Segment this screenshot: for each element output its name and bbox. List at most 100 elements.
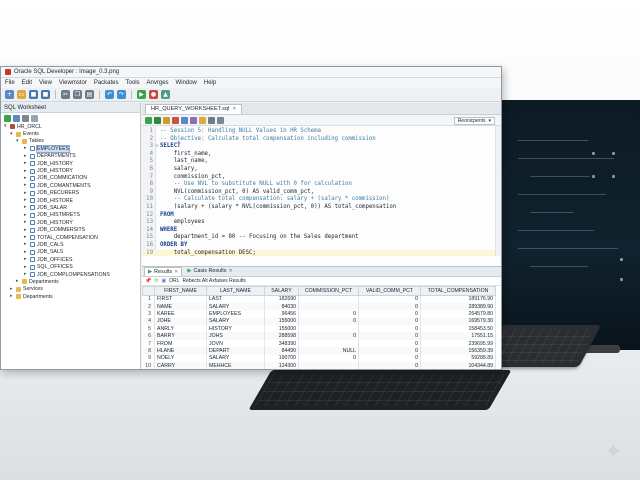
schema-icon[interactable] [31, 114, 38, 122]
undo-icon[interactable]: ↶ [105, 90, 114, 99]
menu-anvrges[interactable]: Anvrges [147, 80, 169, 86]
tree-table-item[interactable]: ▸ JOB_HISTORY [4, 167, 140, 174]
rollback-icon[interactable] [172, 116, 179, 124]
close-tab-icon[interactable]: ✕ [174, 268, 178, 277]
run-icon[interactable]: ▶ [137, 90, 146, 99]
menu-help[interactable]: Help [204, 80, 216, 86]
menu-edit[interactable]: Edit [22, 80, 32, 86]
pin-icon[interactable]: 📌 [145, 278, 151, 284]
tree-table-item[interactable]: ▸ JOB_HISTORY [4, 160, 140, 167]
tree-table-item[interactable]: ▸ EMPLOYEES [4, 144, 140, 153]
sql-label[interactable]: ORL [169, 278, 179, 284]
tree-table-item[interactable]: ▸ JOB_COMMICATION [4, 175, 140, 182]
column-header[interactable] [142, 286, 155, 296]
tree-departments[interactable]: ▸ Departments [4, 278, 140, 285]
table-row[interactable]: 7 FROM JOVN 348390 0 239695.99 [142, 339, 496, 348]
new-file-icon[interactable]: + [5, 90, 14, 99]
refresh-icon[interactable] [13, 114, 20, 122]
code-line[interactable]: 9 NVL(commission_pct, 0) AS valid_comm_p… [142, 189, 501, 197]
column-header[interactable]: TOTAL_COMPENSATION [420, 286, 496, 296]
sql-editor[interactable]: 1 -- Session 5: Handling NULL Values in H… [142, 126, 501, 256]
column-header[interactable]: LAST_NAME [206, 286, 265, 296]
code-line[interactable]: 12 FROM [142, 212, 501, 220]
code-line[interactable]: 14 WHERE [142, 227, 501, 235]
code-line[interactable]: 3 ⊟ SELECT [142, 143, 501, 151]
table-row[interactable]: 5 ANRLY HISTORY 155000 0 158453.50 [142, 325, 496, 333]
tree-tables[interactable]: ▾ Tables [4, 138, 140, 145]
run-script-icon[interactable] [154, 116, 161, 124]
tree-events[interactable]: ▾ Events [4, 130, 140, 137]
tree-table-item[interactable]: ▸ JOB_SALAR [4, 204, 140, 211]
table-row[interactable]: 3 KAREE EMPLOYEES 96456 0 0 264579.80 [142, 310, 496, 318]
filter-icon[interactable] [22, 114, 29, 122]
tree-departments-root[interactable]: ▸ Departments [4, 293, 140, 300]
code-line[interactable]: 7 commission_pct, [142, 174, 501, 182]
column-header[interactable]: SALARY [264, 286, 299, 296]
tree-table-item[interactable]: ▸ TOTAL_COMPENSATION [4, 234, 140, 241]
history-icon[interactable] [217, 116, 224, 124]
stop-icon[interactable]: ● [149, 90, 158, 99]
code-line[interactable]: 8 -- Use NVL to substitute NULL with 0 f… [142, 181, 501, 189]
code-line[interactable]: 5 last_name, [142, 158, 501, 166]
code-line[interactable]: 19 total_compensation DESC; [142, 249, 501, 256]
save-icon[interactable]: ■ [29, 90, 38, 99]
tree-table-item[interactable]: ▸ JOB_COMMERSITS [4, 226, 140, 233]
tree-table-item[interactable]: ▸ JOB_HISTMRETS [4, 212, 140, 219]
code-line[interactable]: 1 -- Session 5: Handling NULL Values in H… [142, 128, 501, 136]
tab-script-output[interactable]: ▶ Casis Results ✕ [184, 267, 235, 276]
autotrace-icon[interactable] [190, 116, 197, 124]
commit-icon[interactable] [163, 116, 170, 124]
code-line[interactable]: 15 department_id = 80 -- Focusing on the… [142, 234, 501, 242]
tree-table-item[interactable]: ▸ JOB_HISTORY [4, 219, 140, 226]
table-row[interactable]: 1 FIRST LAST 182690 0 189176.90 [142, 295, 496, 303]
tree-table-item[interactable]: ▸ JOB_RECURERS [4, 190, 140, 197]
menu-tools[interactable]: Tools [126, 80, 140, 86]
table-row[interactable]: 4 JOHE SALARY 155000 0 0 169579.30 [142, 317, 496, 326]
editor-scrollbar[interactable] [495, 126, 501, 256]
close-tab-icon[interactable]: ✕ [228, 267, 232, 276]
tree-table-item[interactable]: ▸ SQL_OFFICES [4, 263, 140, 270]
debug-icon[interactable]: ▲ [161, 90, 170, 99]
menu-window[interactable]: Window [176, 80, 197, 86]
code-line[interactable]: 4 first_name, [142, 151, 501, 159]
copy-icon[interactable]: ❐ [73, 90, 82, 99]
table-row[interactable]: 8 HLANE DEPART 84490 NULL 0 156359.39 [142, 347, 496, 355]
code-line[interactable]: 16 ORDER BY [142, 242, 501, 250]
paste-icon[interactable]: ▤ [85, 90, 94, 99]
code-line[interactable]: 11 (salary + (salary * NVL(commission_pc… [142, 204, 501, 212]
close-tab-icon[interactable]: ✕ [232, 105, 236, 114]
code-line[interactable]: 6 salary, [142, 166, 501, 174]
redo-icon[interactable]: ↷ [117, 90, 126, 99]
format-icon[interactable] [199, 116, 206, 124]
cut-icon[interactable]: ✂ [61, 90, 70, 99]
tree-table-item[interactable]: ▸ JOB_HISTORE [4, 197, 140, 204]
menu-view[interactable]: View [39, 80, 52, 86]
run-statement-icon[interactable] [145, 116, 152, 124]
connection-select[interactable]: Reonicpents ▾ [453, 116, 495, 125]
table-row[interactable]: 10 CARRY MEHHCE 124300 0 104344.89 [142, 362, 496, 370]
menu-viewmstor[interactable]: Viewmstor [59, 80, 87, 86]
tree-table-item[interactable]: ▸ JOB_COMPLOMPENSATIONS [4, 271, 140, 278]
tree-table-item[interactable]: ▸ JOB_COMANTMENTS [4, 182, 140, 189]
save-all-icon[interactable]: ■ [41, 90, 50, 99]
menu-file[interactable]: File [5, 80, 15, 86]
explain-plan-icon[interactable] [181, 116, 188, 124]
table-row[interactable]: 6 BARRY JOHS 288598 0 0 17551.15 [142, 332, 496, 340]
tree-table-item[interactable]: ▸ JOB_OFFICES [4, 256, 140, 263]
results-grid[interactable]: FIRST_NAME LAST_NAME SALARY COMMISSION_PCT V… [142, 286, 496, 370]
column-header[interactable]: VALID_COMM_PCT [358, 286, 421, 296]
table-row[interactable]: 9 NOELY SALARY 190700 0 0 59288.89 [142, 354, 496, 363]
code-line[interactable]: 2 -- Objective: Calculate total compensat… [142, 136, 501, 144]
code-line[interactable]: 10 -- Calculate total compensation: sala… [142, 196, 501, 204]
sql-icon[interactable]: ▣ [161, 278, 166, 284]
open-folder-icon[interactable]: ▭ [17, 90, 26, 99]
add-connection-icon[interactable] [4, 114, 11, 122]
code-line[interactable]: 13 employees [142, 219, 501, 227]
tree-services[interactable]: ▸ Services [4, 286, 140, 293]
table-row[interactable]: 2 NAME SALARY 84030 0 289389.90 [142, 302, 496, 311]
tab-results[interactable]: ▶ Results ✕ [144, 267, 183, 277]
tree-table-item[interactable]: ▸ DEPARTMENTS [4, 153, 140, 160]
tree-connection[interactable]: ▾ HR_ORCL [4, 123, 140, 130]
column-header[interactable]: COMMISSION_PCT [298, 286, 359, 296]
column-header[interactable]: FIRST_NAME [154, 286, 207, 296]
